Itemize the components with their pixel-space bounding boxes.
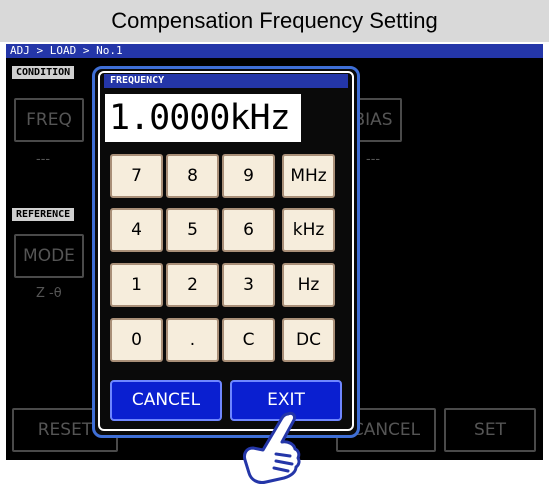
reference-section-label: REFERENCE <box>12 208 75 221</box>
bias-value: --- <box>366 152 381 167</box>
freq-value: --- <box>36 152 51 167</box>
key-1[interactable]: 1 <box>110 263 163 307</box>
key-dc[interactable]: DC <box>282 318 335 362</box>
key-4[interactable]: 4 <box>110 208 163 252</box>
key-decimal[interactable]: . <box>166 318 219 362</box>
key-3[interactable]: 3 <box>222 263 275 307</box>
key-5[interactable]: 5 <box>166 208 219 252</box>
key-8[interactable]: 8 <box>166 154 219 198</box>
key-2[interactable]: 2 <box>166 263 219 307</box>
page-title: Compensation Frequency Setting <box>0 0 549 42</box>
freq-button: FREQ <box>14 98 84 142</box>
dialog-header: FREQUENCY <box>104 74 348 88</box>
mode-button: MODE <box>14 234 84 278</box>
set-button: SET <box>444 408 536 452</box>
key-clear[interactable]: C <box>222 318 275 362</box>
key-khz[interactable]: kHz <box>282 208 335 252</box>
pointing-hand-icon <box>243 411 301 484</box>
key-0[interactable]: 0 <box>110 318 163 362</box>
key-hz[interactable]: Hz <box>282 263 335 307</box>
key-9[interactable]: 9 <box>222 154 275 198</box>
cancel-button[interactable]: CANCEL <box>110 380 222 421</box>
condition-section-label: CONDITION <box>12 66 75 79</box>
key-6[interactable]: 6 <box>222 208 275 252</box>
key-mhz[interactable]: MHz <box>282 154 335 198</box>
breadcrumb: ADJ > LOAD > No.1 <box>6 44 543 58</box>
frequency-value-display: 1.0000kHz <box>105 94 301 142</box>
key-7[interactable]: 7 <box>110 154 163 198</box>
mode-value: Z -θ <box>36 286 62 301</box>
